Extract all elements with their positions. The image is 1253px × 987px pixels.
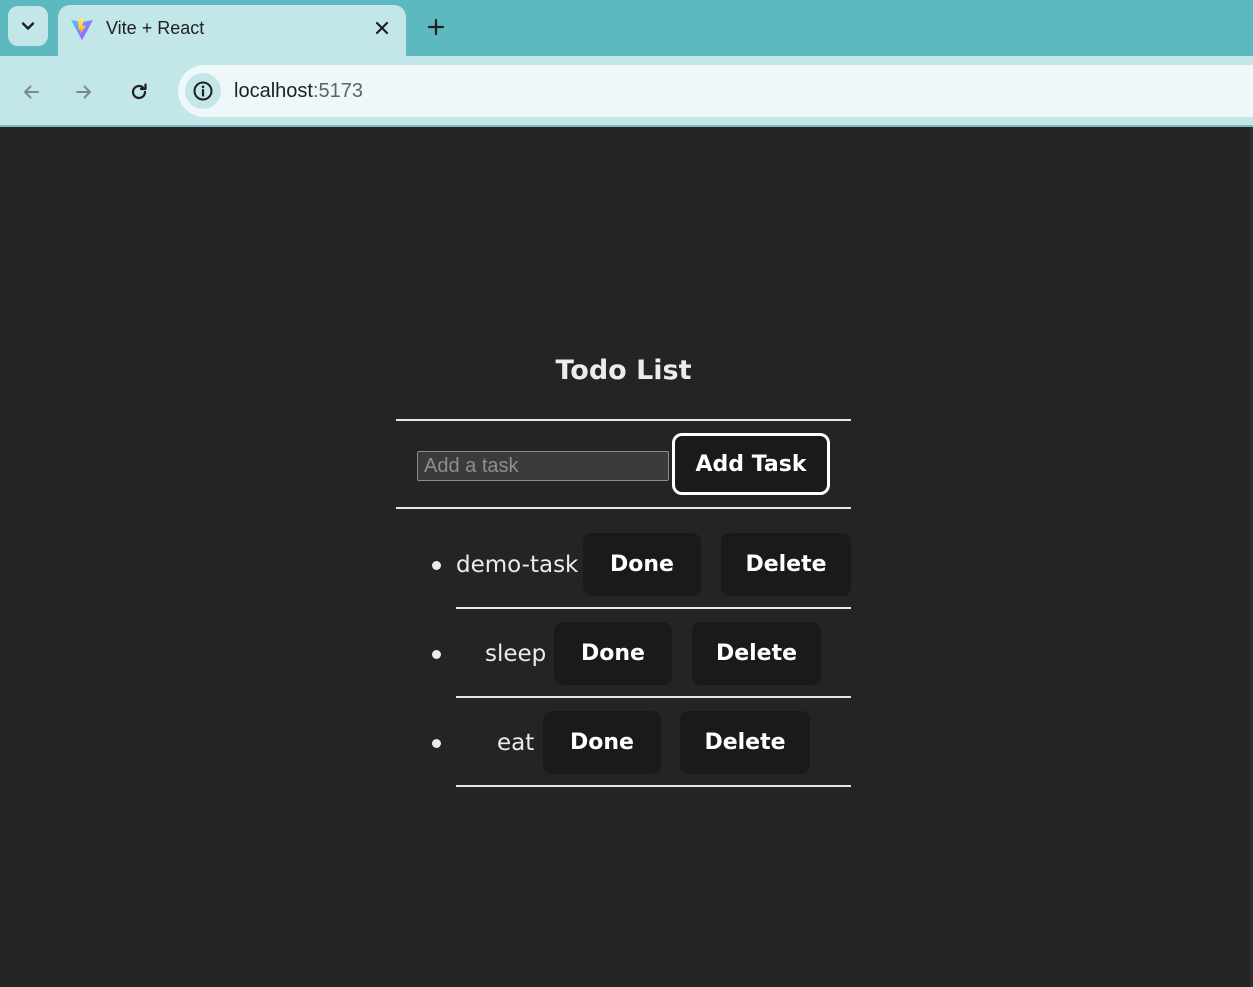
bullet <box>432 650 441 659</box>
task-name: sleep <box>485 641 547 667</box>
chevron-down-icon <box>21 22 35 30</box>
tab-close-button[interactable] <box>369 15 395 41</box>
delete-button[interactable]: Delete <box>721 533 851 596</box>
done-button[interactable]: Done <box>554 622 672 685</box>
task-item: eat Done Delete <box>396 711 851 775</box>
bullet <box>432 739 441 748</box>
vite-logo-icon <box>71 18 93 40</box>
back-button[interactable] <box>13 74 49 110</box>
task-name: eat <box>497 730 535 756</box>
forward-button[interactable] <box>66 74 102 110</box>
page-title: Todo List <box>555 355 692 386</box>
task-divider <box>456 607 851 609</box>
reload-icon <box>131 83 147 100</box>
task-item: sleep Done Delete <box>396 622 851 686</box>
browser-tabstrip: Vite + React <box>0 0 1253 56</box>
tab-search-button[interactable] <box>8 6 48 46</box>
tab-title: Vite + React <box>106 18 205 38</box>
arrow-left-icon <box>24 85 39 99</box>
delete-button[interactable]: Delete <box>692 622 821 685</box>
divider-top <box>396 419 851 421</box>
task-divider <box>456 696 851 698</box>
reload-button[interactable] <box>121 74 157 110</box>
task-name: demo-task <box>456 552 579 578</box>
close-icon <box>375 21 389 35</box>
divider-input <box>396 507 851 509</box>
plus-icon <box>427 18 445 36</box>
site-info-button[interactable] <box>185 73 221 109</box>
bullet <box>432 561 441 570</box>
info-icon <box>193 81 213 101</box>
browser-tab-active[interactable]: Vite + React <box>58 5 406 56</box>
url-host: localhost <box>234 80 313 102</box>
address-bar[interactable]: localhost:5173 <box>178 65 1253 117</box>
page-viewport: Todo List Add Task demo-task Done Delete… <box>0 127 1253 987</box>
url-port: :5173 <box>312 80 363 102</box>
browser-toolbar: localhost:5173 <box>0 56 1253 126</box>
delete-button[interactable]: Delete <box>680 711 810 774</box>
new-tab-button[interactable] <box>420 11 452 43</box>
url-text: localhost:5173 <box>234 79 363 103</box>
arrow-right-icon <box>76 85 91 99</box>
task-input[interactable] <box>417 451 669 481</box>
add-task-button[interactable]: Add Task <box>672 433 830 495</box>
done-button[interactable]: Done <box>583 533 701 596</box>
task-divider <box>456 785 851 787</box>
done-button[interactable]: Done <box>543 711 661 774</box>
task-item: demo-task Done Delete <box>396 533 851 597</box>
